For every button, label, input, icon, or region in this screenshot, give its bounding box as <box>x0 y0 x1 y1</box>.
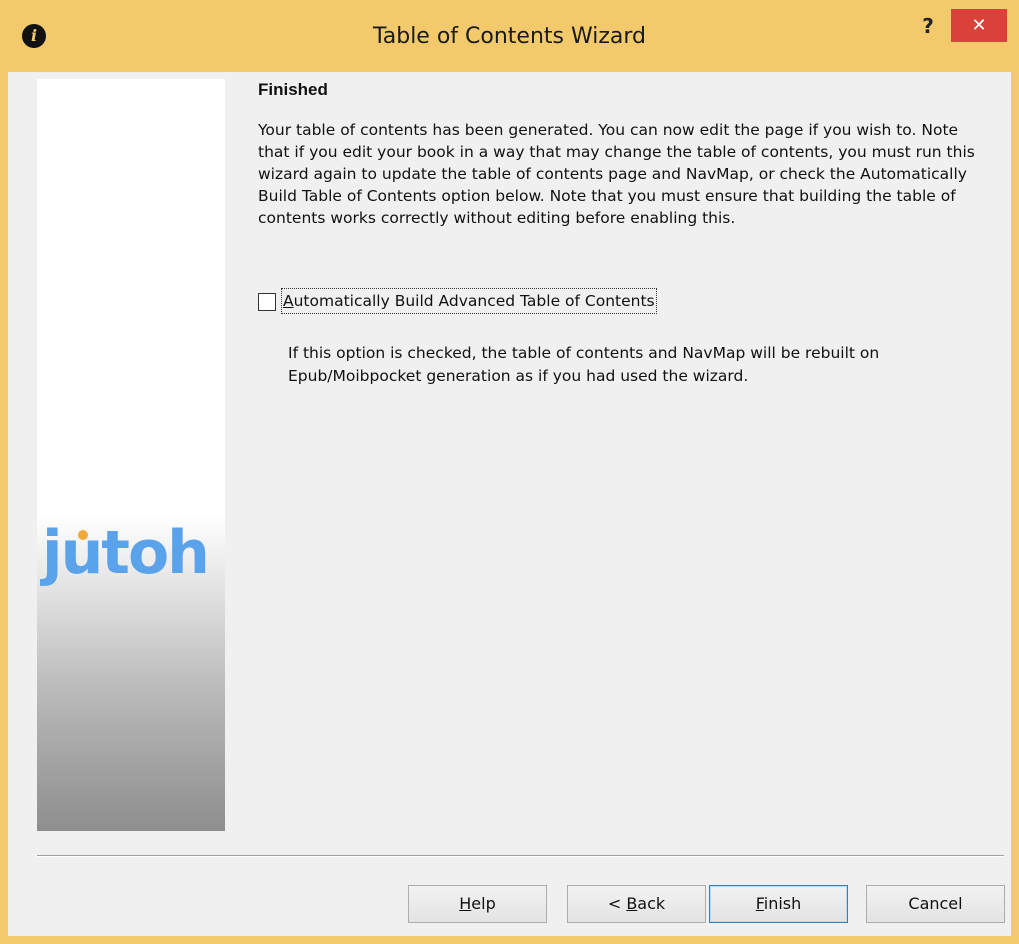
auto-build-toc-label[interactable]: Automatically Build Advanced Table of Co… <box>281 288 657 314</box>
access-key: H <box>459 894 472 913</box>
option-hint-text: If this option is checked, the table of … <box>288 344 880 385</box>
button-prefix: < <box>607 894 627 913</box>
page-heading: Finished <box>258 80 328 99</box>
button-label: ack <box>637 894 666 913</box>
logo-dot-icon <box>78 530 88 540</box>
access-key: B <box>626 894 638 913</box>
label-text: utomatically Build Advanced Table of Con… <box>293 292 655 310</box>
cancel-button[interactable]: Cancel <box>866 885 1005 923</box>
wizard-side-panel: jutoh <box>37 79 225 831</box>
access-key: F <box>755 894 764 913</box>
footer-separator <box>37 855 1004 857</box>
description-text: Your table of contents has been generate… <box>258 121 975 227</box>
access-key: A <box>283 292 294 310</box>
button-label: inish <box>763 894 802 913</box>
back-button[interactable]: < Back <box>567 885 706 923</box>
button-label: elp <box>471 894 496 913</box>
window-title: Table of Contents Wizard <box>372 24 647 49</box>
help-question-icon[interactable]: ? <box>916 12 940 40</box>
auto-build-toc-checkbox[interactable] <box>258 293 276 311</box>
jutoh-logo: jutoh <box>42 518 210 588</box>
close-button[interactable]: ✕ <box>951 9 1007 42</box>
title-bar[interactable]: i Table of Contents Wizard ? ✕ <box>0 0 1019 72</box>
help-button[interactable]: Help <box>408 885 547 923</box>
finish-button[interactable]: Finish <box>709 885 848 923</box>
